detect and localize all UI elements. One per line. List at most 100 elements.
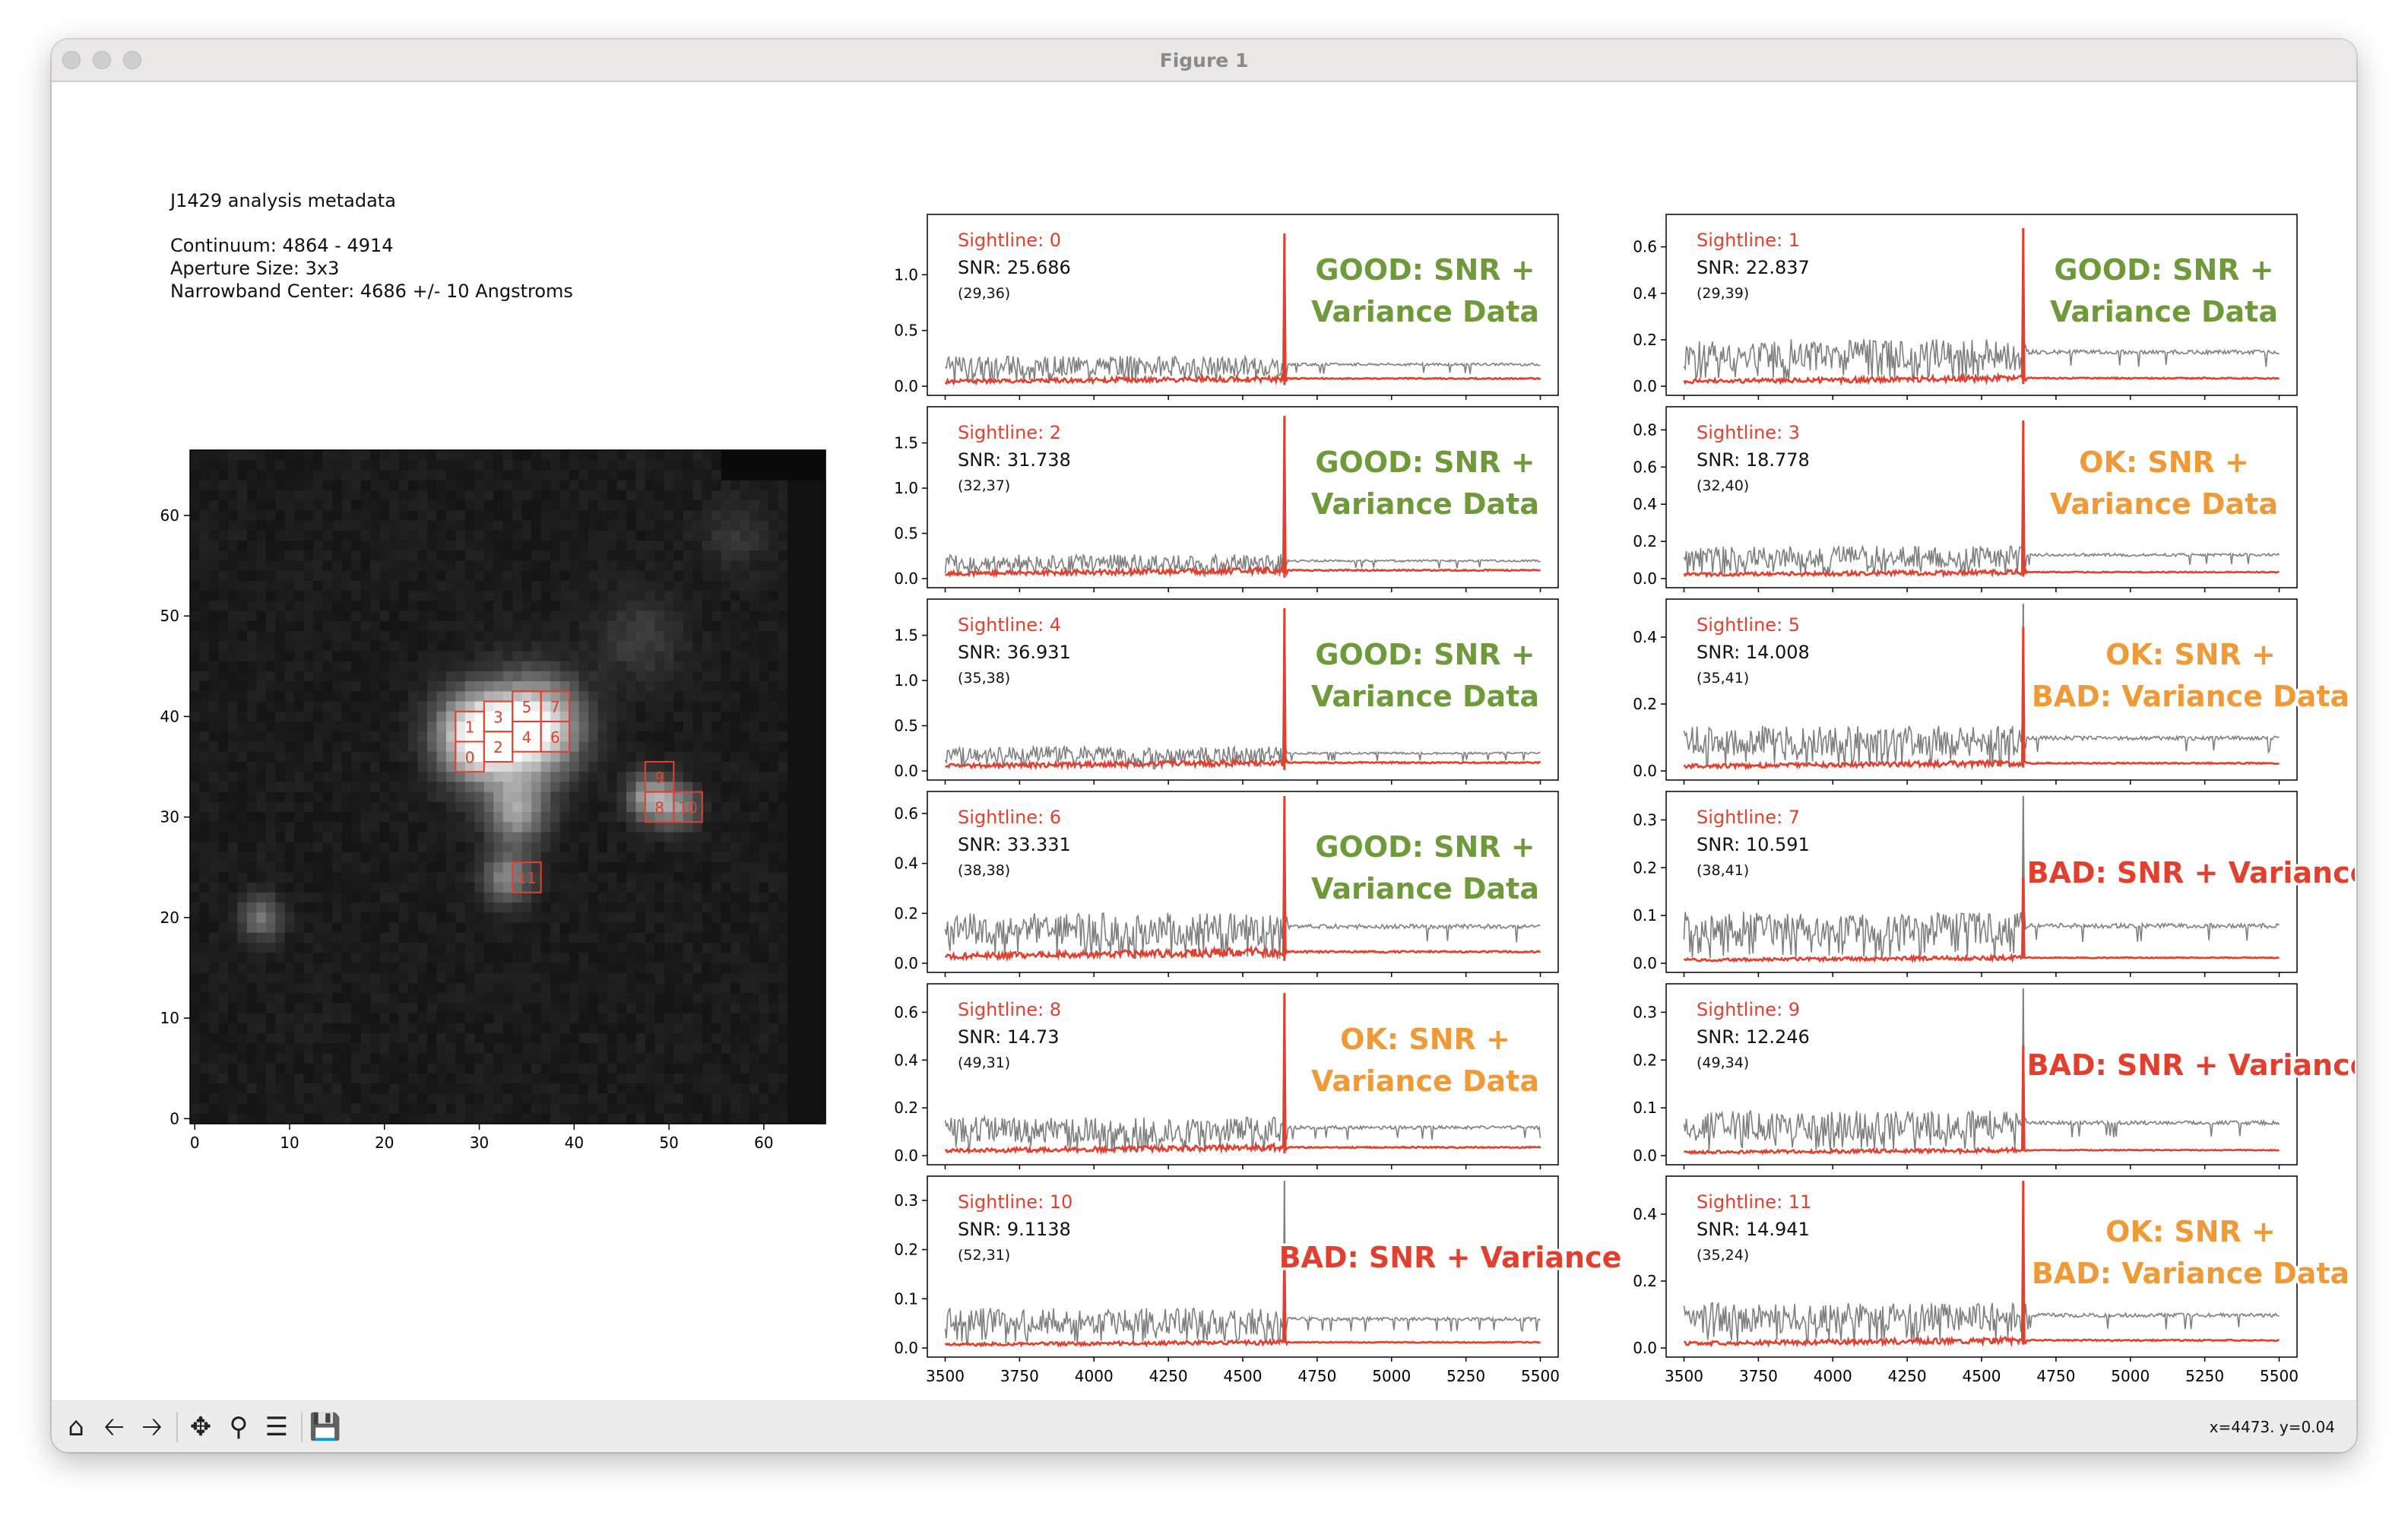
- image-pixel: [398, 1083, 409, 1094]
- image-pixel: [332, 1032, 343, 1044]
- image-pixel: [332, 631, 343, 642]
- zoom-button[interactable]: ⚲: [220, 1409, 257, 1445]
- image-pixel: [294, 972, 305, 984]
- sightline-label: Sightline: 4: [958, 614, 1061, 636]
- image-pixel: [578, 722, 589, 732]
- image-pixel: [654, 882, 665, 893]
- image-pixel: [464, 822, 475, 833]
- image-pixel: [322, 530, 333, 541]
- image-pixel: [702, 993, 712, 1004]
- image-pixel: [664, 751, 674, 763]
- image-pixel: [673, 953, 684, 964]
- image-pixel: [426, 791, 438, 803]
- image-pixel: [199, 782, 210, 793]
- back-button[interactable]: 🡠: [96, 1409, 132, 1445]
- image-pixel: [797, 681, 807, 692]
- image-pixel: [379, 791, 390, 803]
- image-pixel: [199, 1073, 210, 1084]
- image-pixel: [787, 1023, 798, 1034]
- image-pixel: [284, 1053, 295, 1064]
- image-pixel: [806, 1043, 817, 1055]
- image-pixel: [417, 1063, 428, 1074]
- narrowband-image-panel[interactable]: 0 10 20 30 40 50 60010203040506001234567891011: [97, 389, 850, 1157]
- image-pixel: [199, 601, 210, 612]
- image-pixel: [540, 530, 551, 541]
- image-pixel: [673, 701, 684, 712]
- image-pixel: [778, 651, 788, 662]
- image-pixel: [398, 1053, 409, 1064]
- image-pixel: [654, 631, 665, 642]
- home-button[interactable]: ⌂: [58, 1409, 94, 1445]
- image-pixel: [493, 530, 504, 541]
- image-pixel: [417, 1032, 428, 1044]
- image-pixel: [199, 580, 210, 591]
- image-pixel: [692, 822, 703, 833]
- image-pixel: [569, 872, 580, 883]
- aperture-box-label: 3: [493, 708, 503, 726]
- pan-button[interactable]: ✥: [182, 1409, 219, 1445]
- save-button[interactable]: 💾: [307, 1409, 344, 1445]
- image-pixel: [303, 842, 314, 853]
- image-pixel: [635, 772, 646, 782]
- image-pixel: [806, 902, 817, 913]
- image-pixel: [464, 530, 475, 541]
- image-pixel: [730, 751, 741, 763]
- image-pixel: [806, 701, 817, 712]
- image-pixel: [370, 1013, 381, 1024]
- image-pixel: [540, 982, 551, 994]
- image-pixel: [493, 661, 504, 672]
- image-pixel: [493, 450, 504, 461]
- image-pixel: [816, 1013, 826, 1024]
- image-pixel: [455, 782, 466, 793]
- image-pixel: [692, 620, 703, 632]
- image-pixel: [360, 550, 371, 562]
- configure-subplots-button[interactable]: ☰: [258, 1409, 295, 1445]
- image-pixel: [284, 490, 295, 501]
- image-pixel: [578, 972, 589, 984]
- image-pixel: [436, 963, 447, 974]
- image-pixel: [407, 822, 419, 833]
- image-pixel: [502, 872, 513, 883]
- image-pixel: [351, 1083, 362, 1094]
- image-pixel: [303, 972, 314, 984]
- image-pixel: [436, 671, 447, 682]
- image-pixel: [569, 601, 580, 612]
- x-tick-label: 4000: [1814, 1367, 1852, 1385]
- spectra-grid[interactable]: 0.00.51.0Sightline: 0SNR: 25.686(29,36)G…: [850, 154, 2355, 1416]
- image-pixel: [597, 892, 608, 903]
- image-pixel: [502, 1073, 513, 1084]
- image-pixel: [370, 460, 381, 471]
- image-pixel: [237, 450, 248, 461]
- image-pixel: [626, 902, 637, 913]
- image-pixel: [464, 932, 475, 944]
- x-tick-label: 0: [190, 1134, 200, 1152]
- image-pixel: [379, 731, 390, 743]
- image-pixel: [436, 550, 447, 562]
- image-pixel: [588, 862, 599, 874]
- image-pixel: [455, 711, 466, 722]
- image-pixel: [645, 1093, 656, 1105]
- image-pixel: [711, 772, 722, 782]
- image-pixel: [483, 450, 494, 461]
- image-pixel: [313, 1113, 324, 1124]
- image-pixel: [616, 520, 627, 531]
- image-pixel: [654, 963, 665, 974]
- image-pixel: [768, 560, 779, 572]
- image-pixel: [379, 1053, 390, 1064]
- forward-button[interactable]: 🡢: [134, 1409, 170, 1445]
- image-pixel: [664, 1063, 674, 1074]
- image-pixel: [521, 782, 532, 793]
- image-pixel: [455, 722, 466, 732]
- image-pixel: [664, 1023, 674, 1034]
- image-pixel: [483, 963, 494, 974]
- image-pixel: [190, 631, 201, 642]
- image-pixel: [218, 500, 229, 511]
- image-pixel: [683, 1053, 693, 1064]
- image-pixel: [607, 1083, 618, 1094]
- title-bar[interactable]: Figure 1: [52, 40, 2356, 82]
- image-pixel: [208, 822, 220, 833]
- image-pixel: [588, 872, 599, 883]
- image-pixel: [730, 832, 741, 843]
- image-pixel: [749, 490, 760, 501]
- image-pixel: [265, 701, 276, 712]
